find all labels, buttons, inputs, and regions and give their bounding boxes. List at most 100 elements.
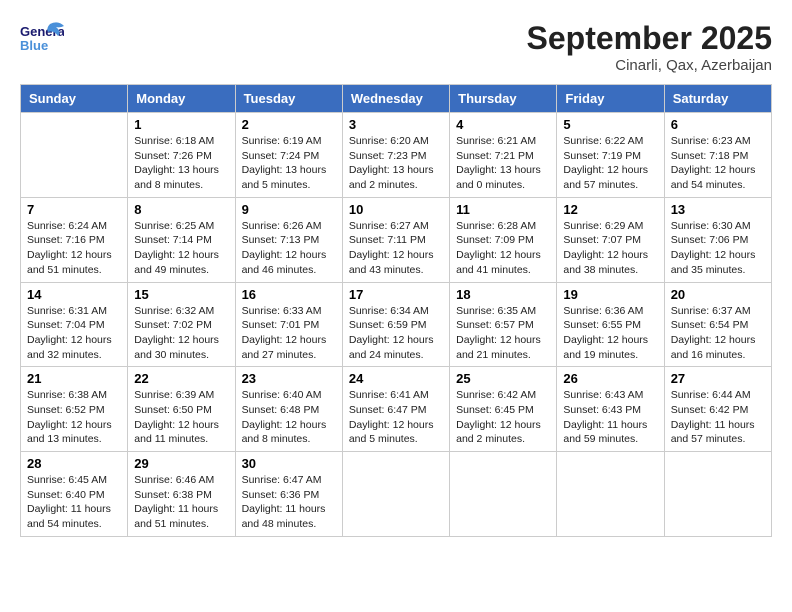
calendar-cell: 30 Sunrise: 6:47 AMSunset: 6:36 PMDayligh…	[235, 452, 342, 537]
day-number: 14	[27, 287, 121, 302]
calendar-cell: 16 Sunrise: 6:33 AMSunset: 7:01 PMDayligh…	[235, 282, 342, 367]
logo-icon: General Blue	[20, 20, 64, 56]
calendar-week-row: 21 Sunrise: 6:38 AMSunset: 6:52 PMDayligh…	[21, 367, 772, 452]
day-info: Sunrise: 6:29 AMSunset: 7:07 PMDaylight:…	[563, 219, 657, 278]
calendar-cell: 4 Sunrise: 6:21 AMSunset: 7:21 PMDaylight…	[450, 113, 557, 198]
day-info: Sunrise: 6:47 AMSunset: 6:36 PMDaylight:…	[242, 473, 336, 532]
day-info: Sunrise: 6:28 AMSunset: 7:09 PMDaylight:…	[456, 219, 550, 278]
calendar-cell: 3Sunrise: 6:20 AMSunset: 7:23 PMDaylight…	[342, 113, 449, 198]
day-number: 21	[27, 371, 121, 386]
calendar-cell	[664, 452, 771, 537]
day-info: Sunrise: 6:22 AMSunset: 7:19 PMDaylight:…	[563, 134, 657, 193]
day-number: 13	[671, 202, 765, 217]
day-number: 27	[671, 371, 765, 386]
day-number: 9	[242, 202, 336, 217]
calendar-week-row: 7 Sunrise: 6:24 AMSunset: 7:16 PMDaylight…	[21, 197, 772, 282]
calendar-cell: 13 Sunrise: 6:30 AMSunset: 7:06 PMDayligh…	[664, 197, 771, 282]
calendar-cell: 2 Sunrise: 6:19 AMSunset: 7:24 PMDaylight…	[235, 113, 342, 198]
month-title: September 2025	[527, 20, 772, 57]
day-number: 16	[242, 287, 336, 302]
weekday-header: Sunday	[21, 85, 128, 113]
day-info: Sunrise: 6:34 AMSunset: 6:59 PMDaylight:…	[349, 304, 443, 363]
weekday-header-row: SundayMondayTuesdayWednesdayThursdayFrid…	[21, 85, 772, 113]
calendar-cell: 1 Sunrise: 6:18 AMSunset: 7:26 PMDaylight…	[128, 113, 235, 198]
calendar-cell: 23Sunrise: 6:40 AMSunset: 6:48 PMDayligh…	[235, 367, 342, 452]
calendar-cell: 17 Sunrise: 6:34 AMSunset: 6:59 PMDayligh…	[342, 282, 449, 367]
calendar-cell	[342, 452, 449, 537]
calendar-cell: 12Sunrise: 6:29 AMSunset: 7:07 PMDayligh…	[557, 197, 664, 282]
weekday-header: Monday	[128, 85, 235, 113]
day-number: 15	[134, 287, 228, 302]
calendar-week-row: 1 Sunrise: 6:18 AMSunset: 7:26 PMDaylight…	[21, 113, 772, 198]
day-number: 19	[563, 287, 657, 302]
day-info: Sunrise: 6:21 AMSunset: 7:21 PMDaylight:…	[456, 134, 550, 193]
day-info: Sunrise: 6:45 AMSunset: 6:40 PMDaylight:…	[27, 473, 121, 532]
day-info: Sunrise: 6:18 AMSunset: 7:26 PMDaylight:…	[134, 134, 228, 193]
day-number: 17	[349, 287, 443, 302]
day-number: 2	[242, 117, 336, 132]
day-info: Sunrise: 6:30 AMSunset: 7:06 PMDaylight:…	[671, 219, 765, 278]
location: Cinarli, Qax, Azerbaijan	[527, 57, 772, 74]
day-info: Sunrise: 6:40 AMSunset: 6:48 PMDaylight:…	[242, 388, 336, 447]
day-number: 22	[134, 371, 228, 386]
weekday-header: Thursday	[450, 85, 557, 113]
calendar-cell: 26 Sunrise: 6:43 AMSunset: 6:43 PMDayligh…	[557, 367, 664, 452]
day-info: Sunrise: 6:38 AMSunset: 6:52 PMDaylight:…	[27, 388, 121, 447]
calendar-table: SundayMondayTuesdayWednesdayThursdayFrid…	[20, 84, 772, 537]
calendar-cell: 10 Sunrise: 6:27 AMSunset: 7:11 PMDayligh…	[342, 197, 449, 282]
day-number: 30	[242, 456, 336, 471]
calendar-cell	[21, 113, 128, 198]
calendar-cell: 20 Sunrise: 6:37 AMSunset: 6:54 PMDayligh…	[664, 282, 771, 367]
day-number: 11	[456, 202, 550, 217]
calendar-cell	[450, 452, 557, 537]
day-info: Sunrise: 6:44 AMSunset: 6:42 PMDaylight:…	[671, 388, 765, 447]
day-info: Sunrise: 6:33 AMSunset: 7:01 PMDaylight:…	[242, 304, 336, 363]
calendar-cell: 18Sunrise: 6:35 AMSunset: 6:57 PMDayligh…	[450, 282, 557, 367]
day-number: 7	[27, 202, 121, 217]
weekday-header: Saturday	[664, 85, 771, 113]
day-number: 10	[349, 202, 443, 217]
day-number: 8	[134, 202, 228, 217]
day-number: 20	[671, 287, 765, 302]
calendar-cell: 14 Sunrise: 6:31 AMSunset: 7:04 PMDayligh…	[21, 282, 128, 367]
day-info: Sunrise: 6:42 AMSunset: 6:45 PMDaylight:…	[456, 388, 550, 447]
day-number: 26	[563, 371, 657, 386]
title-block: September 2025 Cinarli, Qax, Azerbaijan	[527, 20, 772, 74]
calendar-cell: 7 Sunrise: 6:24 AMSunset: 7:16 PMDaylight…	[21, 197, 128, 282]
day-number: 5	[563, 117, 657, 132]
day-info: Sunrise: 6:31 AMSunset: 7:04 PMDaylight:…	[27, 304, 121, 363]
day-info: Sunrise: 6:46 AMSunset: 6:38 PMDaylight:…	[134, 473, 228, 532]
day-number: 4	[456, 117, 550, 132]
day-info: Sunrise: 6:37 AMSunset: 6:54 PMDaylight:…	[671, 304, 765, 363]
day-info: Sunrise: 6:32 AMSunset: 7:02 PMDaylight:…	[134, 304, 228, 363]
day-number: 25	[456, 371, 550, 386]
calendar-cell	[557, 452, 664, 537]
day-number: 29	[134, 456, 228, 471]
calendar-cell: 25 Sunrise: 6:42 AMSunset: 6:45 PMDayligh…	[450, 367, 557, 452]
calendar-week-row: 28 Sunrise: 6:45 AMSunset: 6:40 PMDayligh…	[21, 452, 772, 537]
day-info: Sunrise: 6:39 AMSunset: 6:50 PMDaylight:…	[134, 388, 228, 447]
calendar-cell: 22 Sunrise: 6:39 AMSunset: 6:50 PMDayligh…	[128, 367, 235, 452]
day-number: 3	[349, 117, 443, 132]
calendar-cell: 8Sunrise: 6:25 AMSunset: 7:14 PMDaylight…	[128, 197, 235, 282]
day-number: 1	[134, 117, 228, 132]
calendar-cell: 27 Sunrise: 6:44 AMSunset: 6:42 PMDayligh…	[664, 367, 771, 452]
day-number: 18	[456, 287, 550, 302]
calendar-cell: 29 Sunrise: 6:46 AMSunset: 6:38 PMDayligh…	[128, 452, 235, 537]
day-info: Sunrise: 6:19 AMSunset: 7:24 PMDaylight:…	[242, 134, 336, 193]
logo: General Blue	[20, 20, 64, 56]
calendar-cell: 11 Sunrise: 6:28 AMSunset: 7:09 PMDayligh…	[450, 197, 557, 282]
calendar-cell: 9Sunrise: 6:26 AMSunset: 7:13 PMDaylight…	[235, 197, 342, 282]
day-info: Sunrise: 6:36 AMSunset: 6:55 PMDaylight:…	[563, 304, 657, 363]
calendar-cell: 21 Sunrise: 6:38 AMSunset: 6:52 PMDayligh…	[21, 367, 128, 452]
day-info: Sunrise: 6:43 AMSunset: 6:43 PMDaylight:…	[563, 388, 657, 447]
day-info: Sunrise: 6:41 AMSunset: 6:47 PMDaylight:…	[349, 388, 443, 447]
day-number: 6	[671, 117, 765, 132]
weekday-header: Tuesday	[235, 85, 342, 113]
day-number: 24	[349, 371, 443, 386]
day-info: Sunrise: 6:27 AMSunset: 7:11 PMDaylight:…	[349, 219, 443, 278]
weekday-header: Friday	[557, 85, 664, 113]
day-number: 28	[27, 456, 121, 471]
day-info: Sunrise: 6:24 AMSunset: 7:16 PMDaylight:…	[27, 219, 121, 278]
page-header: General Blue September 2025 Cinarli, Qax…	[20, 20, 772, 74]
